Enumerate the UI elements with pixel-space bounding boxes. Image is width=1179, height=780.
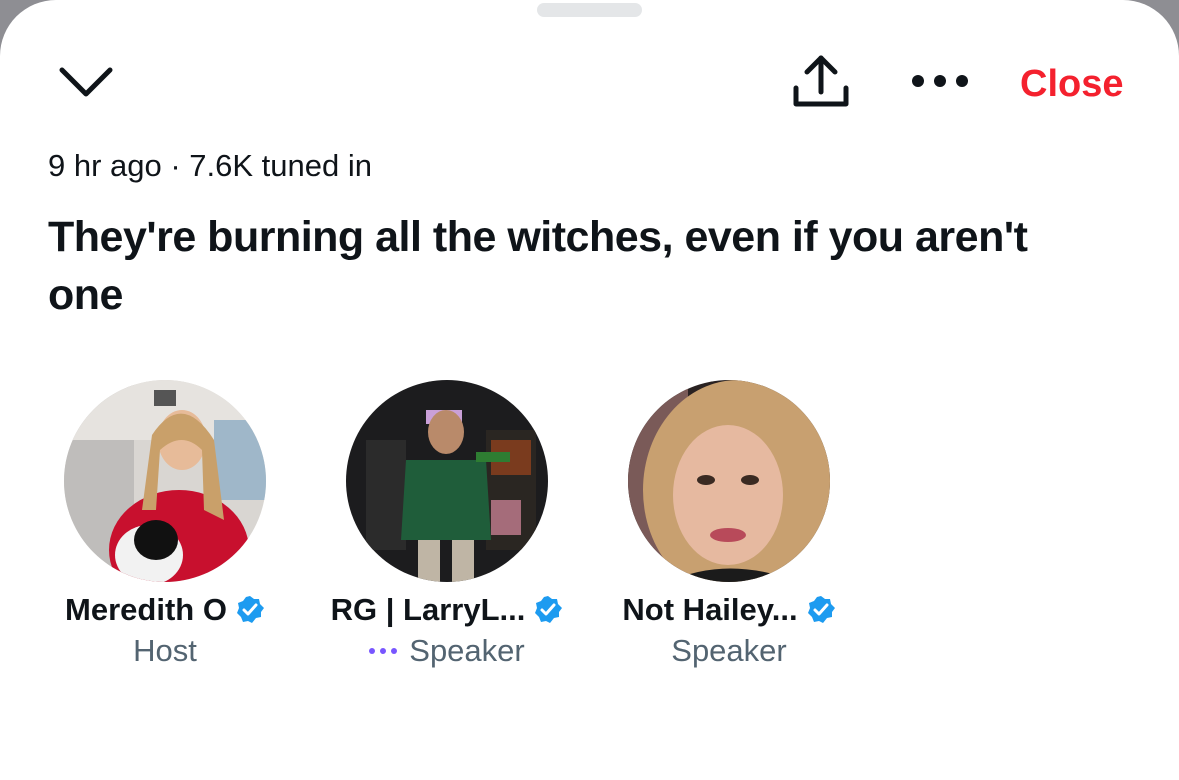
share-upload-icon xyxy=(793,55,849,107)
share-button[interactable] xyxy=(790,52,852,112)
avatar xyxy=(64,380,266,582)
participant-role: Host xyxy=(133,633,197,668)
close-button[interactable]: Close xyxy=(1020,62,1123,106)
verified-badge-icon xyxy=(535,596,563,623)
speaking-indicator-icon xyxy=(369,648,398,654)
avatar xyxy=(346,380,548,582)
verified-badge-icon xyxy=(807,596,835,623)
more-dots-icon xyxy=(912,75,968,87)
verified-badge-icon xyxy=(236,596,264,623)
collapse-button[interactable] xyxy=(58,62,114,102)
participant-role: Speaker xyxy=(409,633,525,668)
more-options-button[interactable] xyxy=(908,66,972,96)
participant-name: RG | LarryL... xyxy=(330,592,526,627)
space-title: They're burning all the witches, even if… xyxy=(48,213,1028,319)
avatar xyxy=(628,380,830,582)
participant-name: Meredith O xyxy=(65,592,227,627)
chevron-down-icon xyxy=(59,67,113,97)
sheet-grabber-handle[interactable] xyxy=(537,3,642,17)
space-meta: 9 hr ago · 7.6K tuned in xyxy=(48,148,373,183)
space-sheet: Close 9 hr ago · 7.6K tuned in They're b… xyxy=(0,0,1179,780)
participant-role: Speaker xyxy=(671,633,787,668)
participant-name: Not Hailey... xyxy=(622,592,798,627)
